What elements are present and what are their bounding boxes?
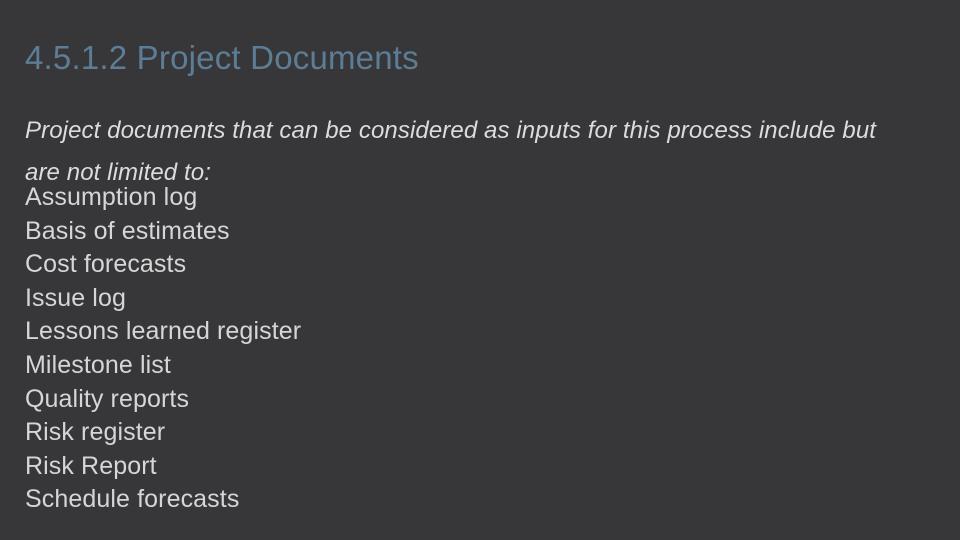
list-item: Issue log: [25, 283, 126, 312]
list-item: Lessons learned register: [25, 317, 302, 346]
list-item: Quality reports: [25, 384, 190, 413]
project-documents-list: Assumption log Basis of estimates Cost f…: [25, 181, 905, 517]
list-item: Risk Report: [25, 451, 157, 480]
list-item: Risk register: [25, 418, 166, 447]
list-item: Basis of estimates: [25, 216, 230, 245]
list-item: Cost forecasts: [25, 250, 187, 279]
list-item: Milestone list: [25, 350, 171, 379]
presentation-slide: 4.5.1.2 Project Documents Project docume…: [0, 0, 960, 540]
list-item: Schedule forecasts: [25, 485, 240, 514]
page-title: 4.5.1.2 Project Documents: [25, 39, 419, 77]
list-item: Assumption log: [25, 183, 198, 211]
